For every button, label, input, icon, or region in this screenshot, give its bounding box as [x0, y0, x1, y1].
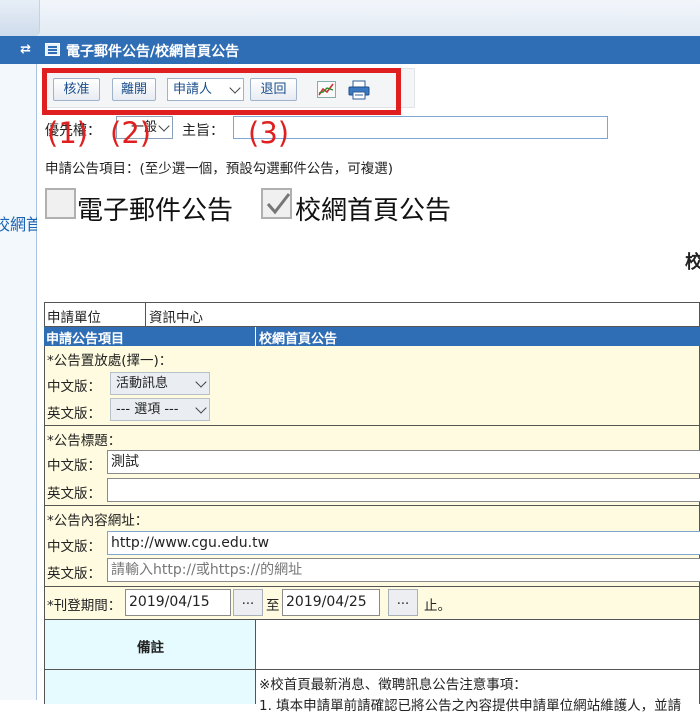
- start-date-input[interactable]: 2019/04/15: [125, 589, 231, 616]
- chevron-down-icon: [158, 120, 170, 132]
- announcement-items-hint: 申請公告項目：(至少選一個，預設勾選郵件公告，可複選): [45, 161, 394, 177]
- stop-label: 止。: [424, 598, 451, 614]
- url-en-label: 英文版：: [47, 566, 101, 582]
- unit-row: 申請單位 資訊中心: [44, 302, 700, 327]
- annotation-2: (2): [110, 116, 152, 150]
- partial-heading: 校: [685, 252, 700, 273]
- chevron-down-icon: [195, 402, 207, 414]
- period-row: *刊登期間： 2019/04/15 ... 至 2019/04/25 ... 止…: [44, 587, 700, 620]
- unit-label: 申請單位: [47, 310, 101, 326]
- email-announcement-label[interactable]: 電子郵件公告: [77, 190, 233, 227]
- subject-input[interactable]: [233, 116, 608, 139]
- en-title-input[interactable]: [107, 478, 700, 502]
- notice-row: ※校首頁最新消息、徵聘訊息公告注意事項： 1. 填本申請單前請確認已將公告之內容…: [44, 670, 700, 714]
- homepage-announcement-checkbox[interactable]: [261, 188, 292, 219]
- form-header-right: 校網首頁公告: [259, 332, 338, 347]
- notice-line-1: 1. 填本申請單前請確認已將公告之內容提供申請單位網站維護人，並請: [259, 698, 682, 714]
- form-header-left: 申請公告項目: [46, 332, 125, 347]
- notice-title: ※校首頁最新消息、徵聘訊息公告注意事項：: [259, 677, 527, 693]
- left-panel-partial-text[interactable]: 校網首: [0, 211, 37, 235]
- zh-title-input[interactable]: 測試: [107, 450, 700, 474]
- url-label: *公告內容網址：: [47, 513, 149, 529]
- end-date-input[interactable]: 2019/04/25: [282, 589, 380, 616]
- remark-label-cell: 備註: [45, 620, 256, 669]
- homepage-announcement-label[interactable]: 校網首頁公告: [295, 190, 451, 227]
- announcement-form: 申請單位 資訊中心 申請公告項目 校網首頁公告 *公告置放處(擇一)： 中文版：…: [44, 302, 700, 714]
- remark-label: 備註: [137, 640, 164, 656]
- left-panel-header: ⇄: [0, 36, 37, 64]
- top-strip: [0, 0, 700, 36]
- unit-value: 資訊中心: [149, 310, 203, 326]
- title-zh-label: 中文版：: [47, 458, 101, 474]
- window-list-icon: [45, 43, 60, 56]
- checkmark-icon: [266, 193, 291, 215]
- url-section: *公告內容網址： 中文版： http://www.cgu.edu.tw 英文版：…: [44, 505, 700, 587]
- placement-section: *公告置放處(擇一)： 中文版： 活動訊息 英文版： --- 選項 ---: [44, 346, 700, 426]
- placement-label: *公告置放處(擇一)：: [47, 353, 173, 369]
- main-window: 電子郵件公告/校網首頁公告 核准 離開 申請人 退回 優先權： 一般 主旨： (…: [37, 36, 700, 714]
- period-label: *刊登期間：: [47, 598, 122, 614]
- chevron-down-icon: [195, 376, 207, 388]
- left-side-panel: ⇄ 校網首: [0, 36, 37, 700]
- end-date-picker-button[interactable]: ...: [388, 589, 418, 616]
- divider: [255, 327, 256, 346]
- en-url-input[interactable]: 請輸入http://或https://的網址: [107, 558, 700, 582]
- start-date-picker-button[interactable]: ...: [233, 589, 263, 616]
- placement-en-label: 英文版：: [47, 406, 101, 422]
- en-placement-value: --- 選項 ---: [116, 402, 179, 417]
- email-announcement-checkbox[interactable]: [45, 188, 76, 219]
- annotation-3: (3): [248, 116, 290, 150]
- title-en-label: 英文版：: [47, 486, 101, 502]
- to-label: 至: [266, 598, 280, 614]
- divider: [145, 303, 146, 326]
- collapse-toggle-icon[interactable]: ⇄: [20, 42, 31, 57]
- zh-placement-value: 活動訊息: [116, 376, 169, 391]
- notice-label-cell: [45, 670, 256, 704]
- window-title: 電子郵件公告/校網首頁公告: [66, 44, 240, 60]
- subject-label: 主旨：: [182, 123, 224, 139]
- annotation-1: (1): [47, 116, 89, 150]
- zh-placement-select[interactable]: 活動訊息: [110, 372, 210, 395]
- zh-url-input[interactable]: http://www.cgu.edu.tw: [107, 531, 700, 555]
- placement-zh-label: 中文版：: [47, 379, 101, 395]
- en-placement-select[interactable]: --- 選項 ---: [110, 398, 210, 421]
- title-bar: 電子郵件公告/校網首頁公告: [37, 36, 700, 64]
- url-zh-label: 中文版：: [47, 539, 101, 555]
- top-strip-tab: [0, 0, 40, 36]
- form-header-row: 申請公告項目 校網首頁公告: [44, 327, 700, 347]
- annotation-highlight-box: [42, 68, 401, 115]
- title-label: *公告標題：: [47, 433, 122, 449]
- remark-row: 備註: [44, 620, 700, 670]
